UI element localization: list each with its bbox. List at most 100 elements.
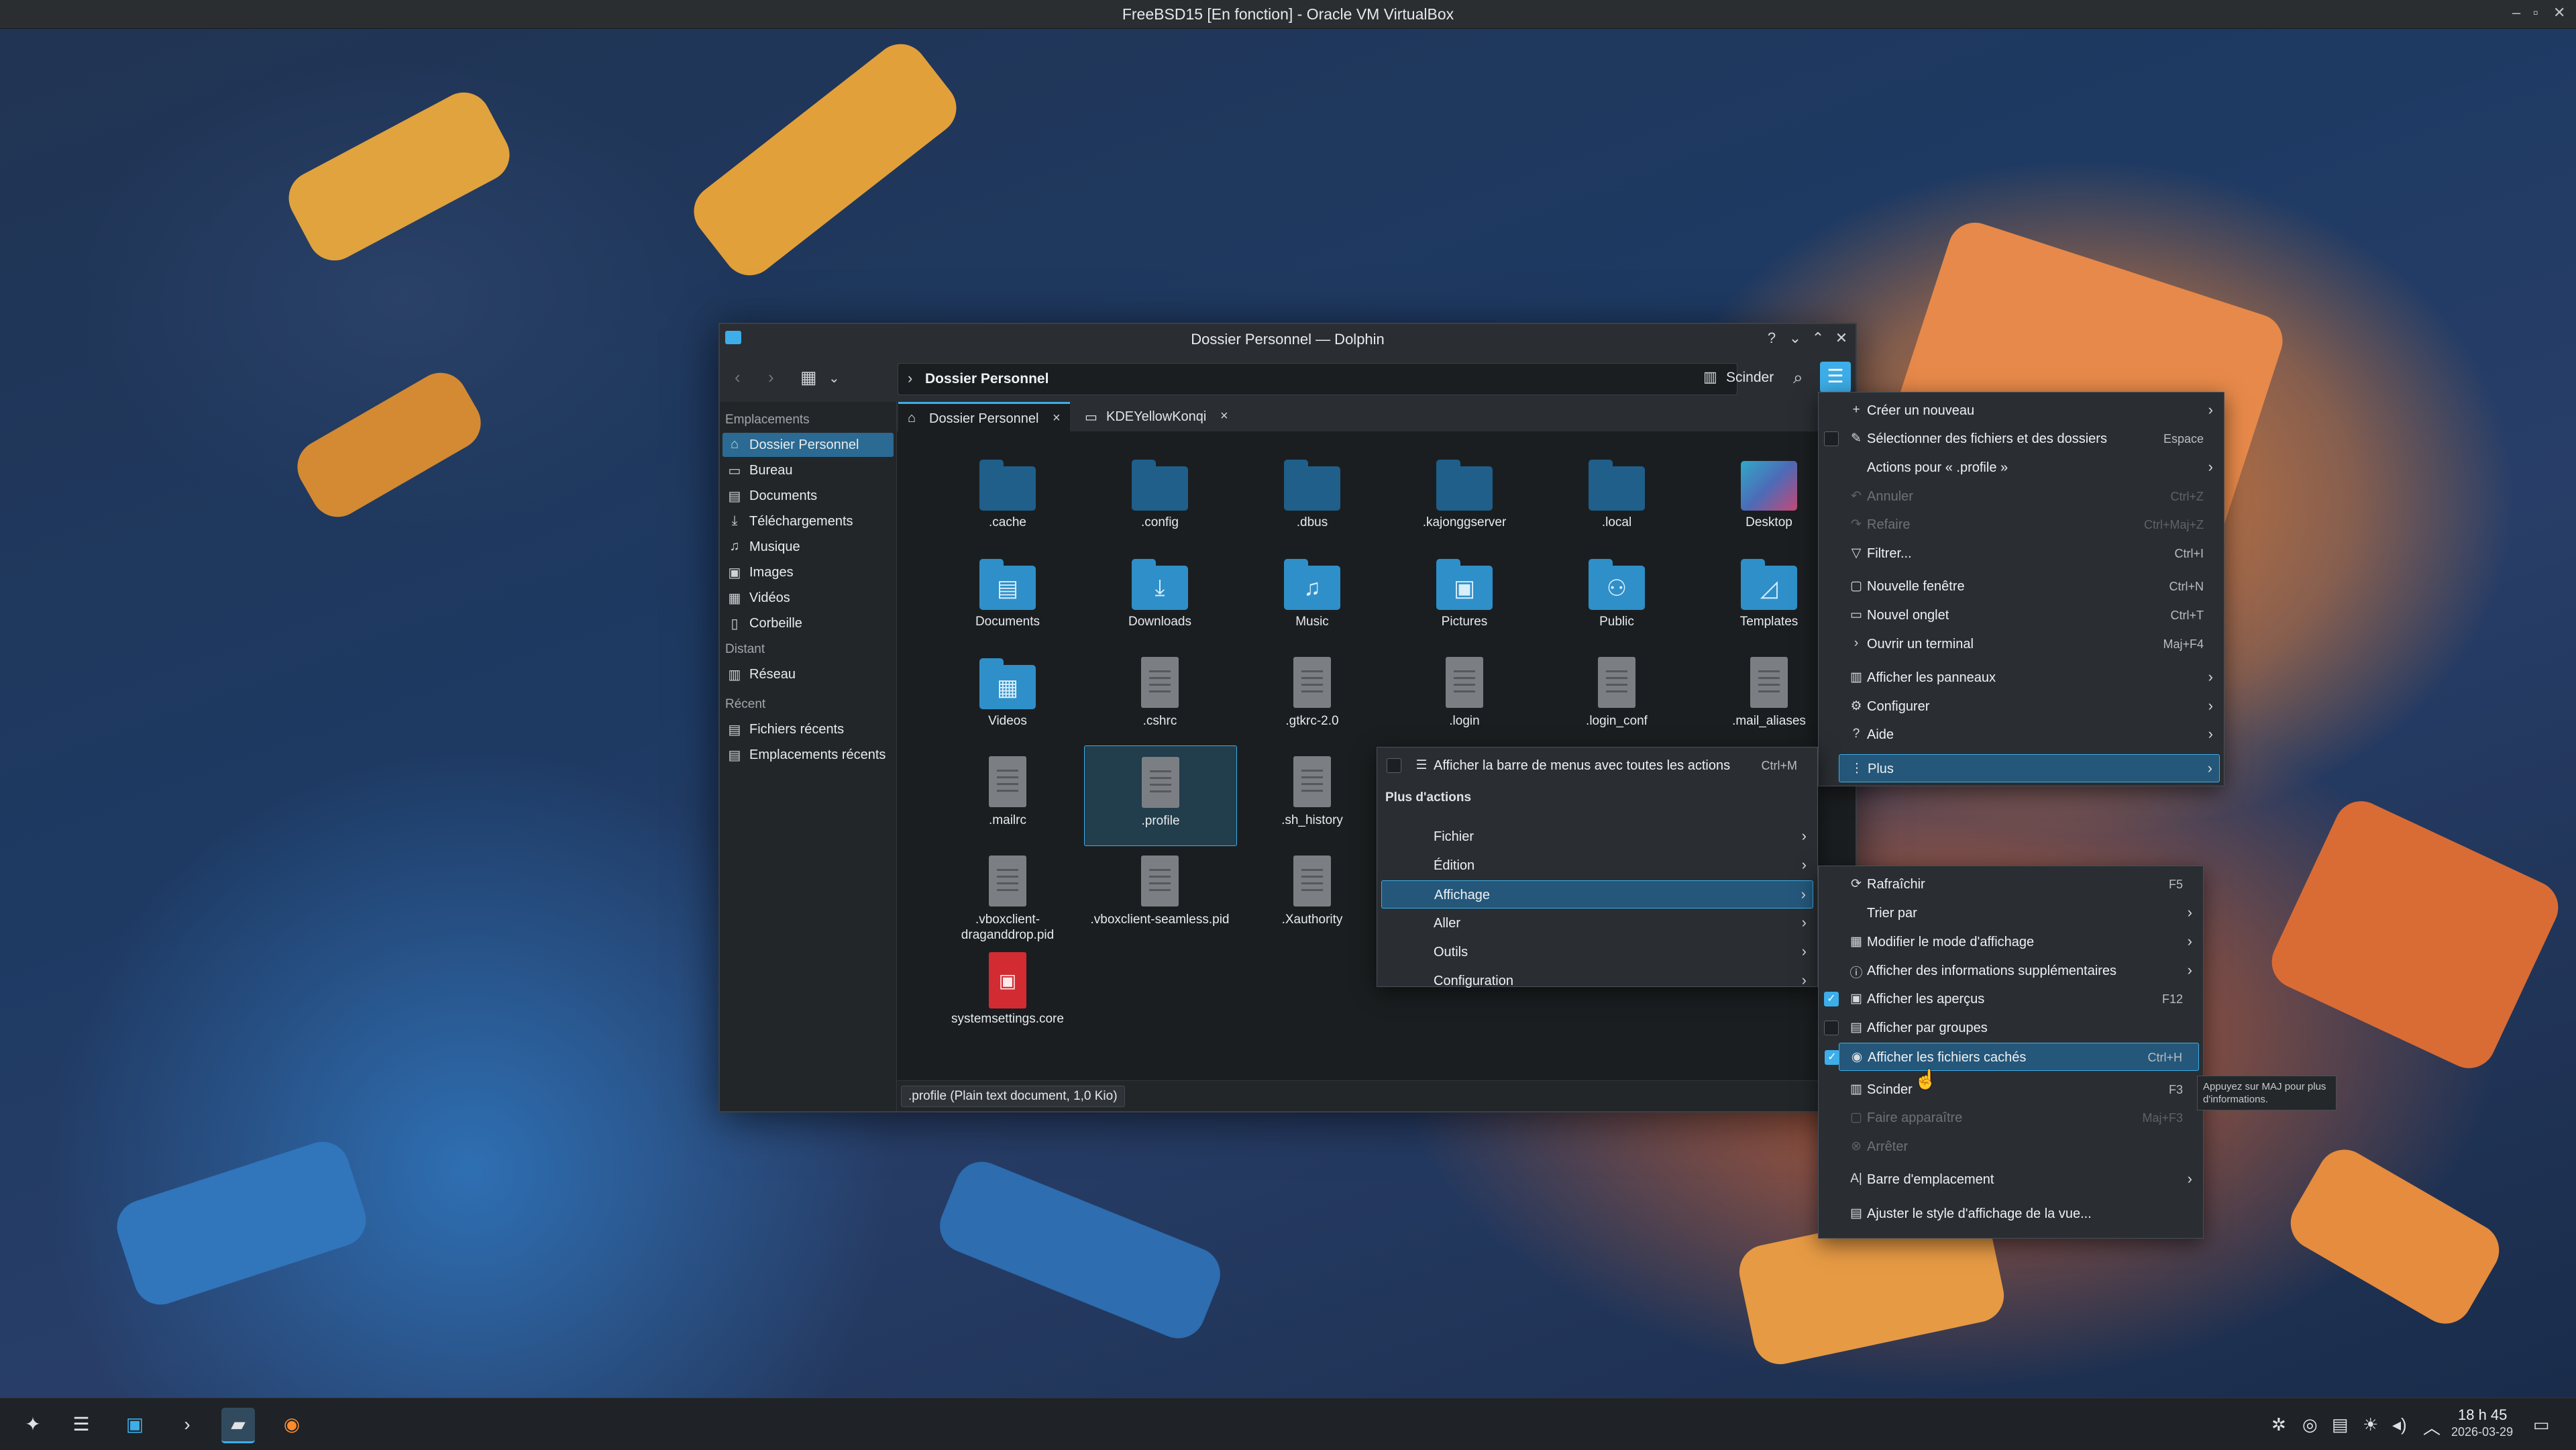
file-item[interactable]: ▤ Documents — [932, 547, 1083, 646]
menu-item[interactable]: ✎ Sélectionner des fichiers et des dossie… — [1824, 425, 2220, 452]
menu-item[interactable]: ▢ Nouvelle fenêtre Ctrl+N — [1839, 572, 2220, 599]
back-icon[interactable]: ‹ — [735, 367, 741, 388]
sidebar-item-corbeille[interactable]: ▯ Corbeille — [722, 611, 894, 635]
file-item[interactable]: .vboxclient-draganddrop.pid — [932, 845, 1083, 944]
menu-item[interactable]: A| Barre d'emplacement › — [1839, 1166, 2199, 1192]
breadcrumb[interactable]: › Dossier Personnel — [898, 363, 1737, 395]
sidebar-item-musique[interactable]: ♫ Musique — [722, 535, 894, 559]
expand-tray-icon[interactable]: ︿ — [2423, 1414, 2440, 1439]
file-item[interactable]: .profile — [1084, 745, 1237, 846]
file-item[interactable]: ⚇ Public — [1541, 547, 1693, 646]
breadcrumb-current[interactable]: Dossier Personnel — [925, 371, 1049, 387]
file-item[interactable]: ♫ Music — [1236, 547, 1388, 646]
menu-item[interactable]: Trier par › — [1839, 899, 2199, 926]
restore-icon[interactable]: ▫ — [2533, 4, 2538, 21]
file-item[interactable]: ▣ systemsettings.core — [932, 944, 1083, 1043]
file-item[interactable]: .login — [1389, 646, 1540, 745]
firefox-icon[interactable]: ◉ — [275, 1408, 309, 1441]
view-mode-icon[interactable]: ▦ — [800, 367, 817, 388]
menu-item[interactable]: Aller › — [1381, 909, 1813, 936]
volume-tray-icon[interactable]: ◂) — [2392, 1414, 2407, 1435]
menu-item[interactable]: ⋮ Plus › — [1839, 754, 2220, 782]
menubar-toggle-item[interactable]: ☰ Afficher la barre de menus avec toutes… — [1381, 752, 1813, 778]
menu-item[interactable]: + Créer un nouveau › — [1839, 397, 2220, 423]
minimize-icon[interactable]: – — [2512, 4, 2520, 21]
menu-item[interactable]: Outils › — [1381, 938, 1813, 965]
sidebar-item-home[interactable]: ⌂ Dossier Personnel — [722, 433, 894, 457]
menu-item[interactable]: ⚙ Configurer › — [1839, 692, 2220, 719]
file-item[interactable]: .vboxclient-seamless.pid — [1084, 845, 1236, 944]
file-item[interactable]: .gtkrc-2.0 — [1236, 646, 1388, 745]
menu-item[interactable]: Fichier › — [1381, 823, 1813, 849]
sidebar-item-videos[interactable]: ▦ Vidéos — [722, 586, 894, 610]
file-item[interactable]: .Xauthority — [1236, 845, 1388, 944]
checkbox[interactable] — [1824, 1021, 1839, 1035]
menu-item[interactable]: ✓ ◉ Afficher les fichiers cachés Ctrl+H — [1825, 1043, 2199, 1071]
menu-item[interactable]: ▭ Nouvel onglet Ctrl+T — [1839, 601, 2220, 628]
menu-item[interactable]: Actions pour « .profile » › — [1839, 454, 2220, 480]
file-item[interactable]: .kajonggserver — [1389, 448, 1540, 547]
sidebar-item-reseau[interactable]: ▥ Réseau — [722, 662, 894, 686]
network-tray-icon[interactable]: ◎ — [2302, 1414, 2318, 1435]
menu-item[interactable]: ✓ ▣ Afficher les aperçus F12 — [1824, 985, 2199, 1012]
menu-item[interactable]: Configuration › — [1381, 967, 1813, 994]
help-icon[interactable]: ? — [1762, 329, 1781, 347]
clipboard-tray-icon[interactable]: ▤ — [2332, 1414, 2349, 1435]
menu-item[interactable]: ▥ Scinder F3 — [1839, 1076, 2199, 1102]
tab-kdeyellowkonqi[interactable]: ▭ KDEYellowKonqi × — [1075, 402, 1236, 431]
close-icon[interactable]: ✕ — [2553, 4, 2565, 21]
tab-dossier-personnel[interactable]: ⌂ Dossier Personnel × — [898, 402, 1070, 433]
split-button[interactable]: Scinder — [1726, 370, 1774, 386]
menu-item[interactable]: ▦ Modifier le mode d'affichage › — [1839, 928, 2199, 955]
show-desktop-icon[interactable]: ▭ — [2533, 1414, 2550, 1435]
checkbox[interactable]: ✓ — [1825, 1050, 1839, 1065]
file-item[interactable]: .cache — [932, 448, 1083, 547]
menu-item[interactable]: Édition › — [1381, 851, 1813, 878]
menu-item[interactable]: › Ouvrir un terminal Maj+F4 — [1839, 630, 2220, 657]
file-item[interactable]: .local — [1541, 448, 1693, 547]
store-icon[interactable]: ▣ — [118, 1408, 152, 1441]
maximize-icon[interactable]: ⌃ — [1809, 329, 1827, 347]
clock-date[interactable]: 2026-03-29 — [2451, 1425, 2513, 1439]
sidebar-item-bureau[interactable]: ▭ Bureau — [722, 458, 894, 482]
file-item[interactable]: .dbus — [1236, 448, 1388, 547]
dolphin-icon[interactable]: ▰ — [221, 1408, 255, 1443]
sidebar-item-recent-files[interactable]: ▤ Fichiers récents — [722, 717, 894, 741]
menu-item[interactable]: ? Aide › — [1839, 721, 2220, 747]
hamburger-menu-button[interactable]: ☰ — [1820, 362, 1851, 393]
close-icon[interactable]: ✕ — [1832, 329, 1851, 347]
file-item[interactable]: .cshrc — [1084, 646, 1236, 745]
file-item[interactable]: ▣ Pictures — [1389, 547, 1540, 646]
menu-item[interactable]: ▽ Filtrer... Ctrl+I — [1839, 539, 2220, 566]
menu-item[interactable]: ▥ Afficher les panneaux › — [1839, 664, 2220, 690]
minimize-icon[interactable]: ⌄ — [1786, 329, 1805, 347]
menu-item[interactable]: ▤ Ajuster le style d'affichage de la vue.… — [1839, 1200, 2199, 1227]
menu-item[interactable]: ▤ Afficher par groupes — [1824, 1014, 2199, 1041]
file-item[interactable]: ⤓ Downloads — [1084, 547, 1236, 646]
menu-item[interactable]: ⓘ Afficher des informations supplémentair… — [1839, 957, 2199, 984]
task-manager-icon[interactable]: ☰ — [64, 1408, 98, 1441]
clock-time[interactable]: 18 h 45 — [2458, 1406, 2507, 1424]
brightness-tray-icon[interactable]: ☀ — [2363, 1414, 2378, 1435]
file-item[interactable]: .config — [1084, 448, 1236, 547]
file-item[interactable]: .login_conf — [1541, 646, 1693, 745]
menu-item[interactable]: ⟳ Rafraîchir F5 — [1839, 870, 2199, 897]
file-item[interactable]: .sh_history — [1236, 745, 1388, 845]
terminal-icon[interactable]: › — [170, 1408, 204, 1441]
sidebar-item-documents[interactable]: ▤ Documents — [722, 484, 894, 508]
sidebar-item-telechargements[interactable]: ⤓ Téléchargements — [722, 509, 894, 533]
launcher-icon[interactable]: ✦ — [16, 1408, 50, 1441]
file-item[interactable]: .mailrc — [932, 745, 1083, 845]
file-item[interactable]: ▦ Videos — [932, 646, 1083, 745]
checkbox[interactable]: ✓ — [1824, 992, 1839, 1006]
sidebar-item-images[interactable]: ▣ Images — [722, 560, 894, 584]
checkbox[interactable] — [1387, 758, 1401, 773]
chevron-down-icon[interactable]: ⌄ — [828, 370, 840, 386]
search-icon[interactable]: ⌕ — [1793, 367, 1803, 389]
menu-item[interactable]: Affichage › — [1381, 880, 1813, 909]
settings-tray-icon[interactable]: ✲ — [2271, 1414, 2286, 1435]
sidebar-item-recent-places[interactable]: ▤ Emplacements récents — [722, 743, 894, 767]
close-tab-icon[interactable]: × — [1220, 409, 1228, 424]
close-tab-icon[interactable]: × — [1053, 411, 1061, 426]
forward-icon[interactable]: › — [768, 367, 774, 388]
